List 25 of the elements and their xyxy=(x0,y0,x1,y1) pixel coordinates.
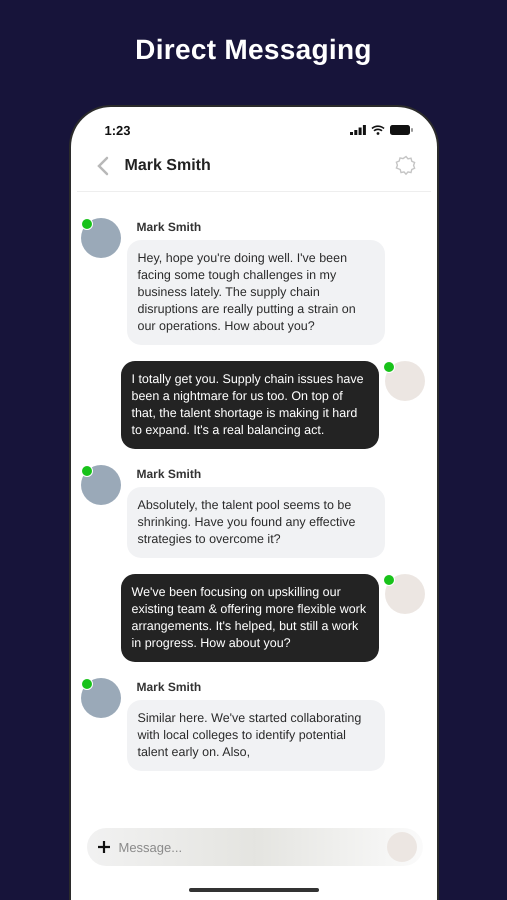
sender-name: Mark Smith xyxy=(136,220,202,234)
sent-message-bubble: We've been focusing on upskilling our existing team & offering more flexible work arrangements. It's helped, but still a work in progress. How about you? xyxy=(120,574,378,662)
avatar xyxy=(80,465,120,505)
settings-button[interactable] xyxy=(394,155,416,177)
sender-name: Mark Smith xyxy=(136,680,202,694)
sent-message-bubble: I totally get you. Supply chain issues have been a nightmare for us too. On top of that, the talent shortage is making it hard to expand. It's a real balancing act. xyxy=(120,361,378,449)
avatar xyxy=(80,678,120,718)
back-button[interactable] xyxy=(96,156,108,176)
page-title: Direct Messaging xyxy=(135,34,372,67)
signal-icon xyxy=(350,125,366,135)
battery-icon xyxy=(390,125,412,135)
received-message-bubble: Hey, hope you're doing well. I've been facing some tough challenges in my business lately. The supply chain disruptions are really putting a strain on our operations. How about you? xyxy=(126,240,384,345)
received-message-bubble: Absolutely, the talent pool seems to be shrinking. Have you found any effective strategies to overcome it? xyxy=(126,487,384,558)
wifi-icon xyxy=(370,125,384,135)
status-time: 1:23 xyxy=(104,122,131,138)
message-input[interactable]: Message... xyxy=(116,838,380,856)
message-composer[interactable]: Message... xyxy=(86,828,422,866)
avatar xyxy=(384,574,424,614)
avatar xyxy=(80,218,120,258)
sender-name: Mark Smith xyxy=(136,467,202,481)
avatar xyxy=(386,832,416,862)
avatar xyxy=(384,361,424,401)
received-message-bubble: Similar here. We've started collaborating with local colleges to identify potential talent early on. Also, xyxy=(126,700,384,771)
chat-title: Mark Smith xyxy=(124,157,212,175)
plus-icon[interactable] xyxy=(96,840,110,854)
